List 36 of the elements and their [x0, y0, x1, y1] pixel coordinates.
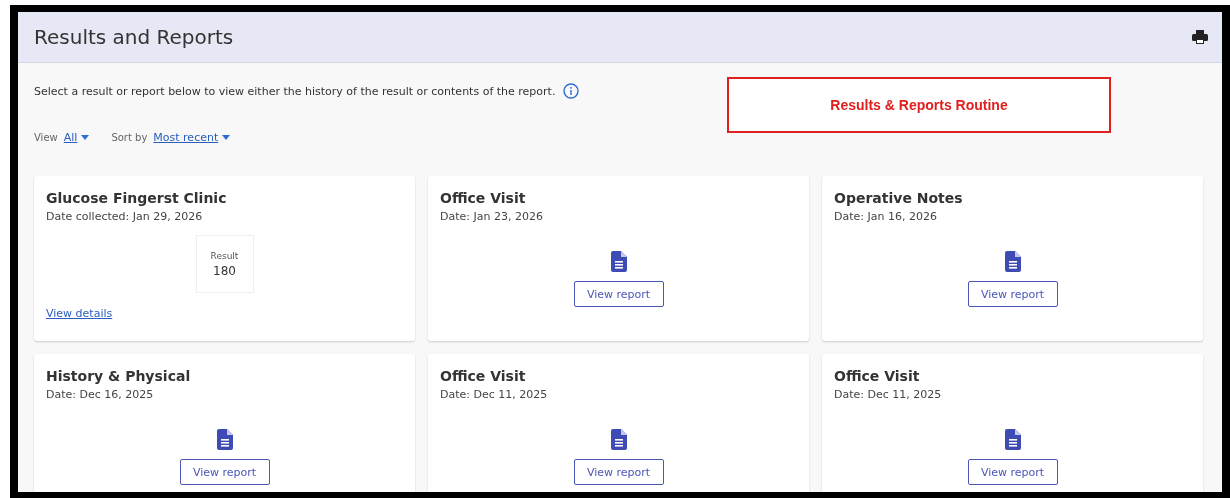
document-icon: [1004, 429, 1021, 450]
document-icon: [1004, 251, 1021, 272]
result-value: 180: [213, 263, 236, 278]
card-date: Date: Dec 11, 2025: [440, 388, 549, 401]
callout-box: Results & Reports Routine: [727, 77, 1111, 133]
card-date: Date: Dec 16, 2025: [46, 388, 155, 401]
filter-dropdown[interactable]: Most recent: [153, 131, 231, 144]
card-title: Glucose Fingerst Clinic: [46, 190, 228, 206]
document-icon: [216, 429, 233, 450]
view-report-button[interactable]: View report: [967, 459, 1058, 485]
caret-icon: [81, 135, 90, 140]
card-date: Date: Jan 16, 2026: [834, 210, 938, 223]
card-title: Office Visit: [440, 190, 527, 206]
card-date: Date collected: Jan 29, 2026: [46, 210, 204, 223]
info-icon[interactable]: [563, 83, 580, 99]
view-report-button[interactable]: View report: [573, 281, 664, 307]
card-title: Office Visit: [440, 368, 527, 384]
instruction-text: Select a result or report below to view either the history of the result or contents of the report.: [34, 84, 556, 98]
card-date: Date: Jan 23, 2026: [440, 210, 544, 223]
filter-label: Sort by: [111, 132, 148, 143]
caret-icon: [222, 135, 231, 140]
document-icon: [610, 251, 627, 272]
card-title: Operative Notes: [834, 190, 964, 206]
result-label: Result: [210, 250, 239, 261]
view-details-link[interactable]: View details: [46, 307, 113, 320]
view-report-button[interactable]: View report: [573, 459, 664, 485]
filter-label: View: [34, 132, 58, 143]
view-report-button[interactable]: View report: [967, 281, 1058, 307]
view-report-button[interactable]: View report: [179, 459, 270, 485]
card-title: Office Visit: [834, 368, 921, 384]
card-date: Date: Dec 11, 2025: [834, 388, 943, 401]
page-title: Results and Reports: [34, 25, 234, 49]
document-icon: [610, 429, 627, 450]
printer-icon[interactable]: [1192, 30, 1208, 44]
filter-dropdown[interactable]: All: [63, 131, 90, 144]
card-title: History & Physical: [46, 368, 192, 384]
